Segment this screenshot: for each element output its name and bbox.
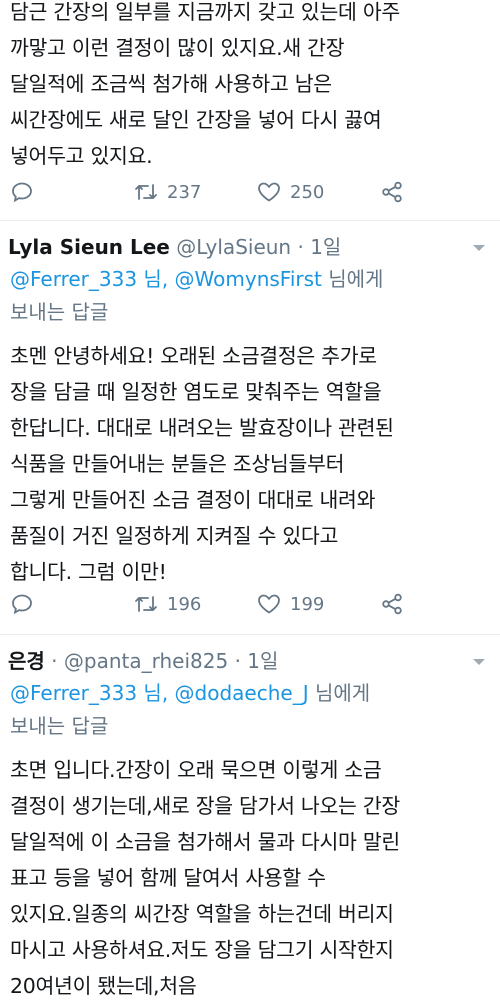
tweet-2[interactable]: Lyla Sieun Lee @LylaSieun · 1일 @Ferrer_3… — [0, 221, 500, 635]
like-button[interactable]: 250 — [256, 177, 324, 207]
meta-separator: · — [51, 649, 58, 673]
retweet-count: 237 — [167, 181, 202, 203]
author-handle[interactable]: @panta_rhei825 — [64, 649, 228, 673]
caret-down-icon[interactable] — [472, 655, 486, 669]
author-name[interactable]: Lyla Sieun Lee — [8, 235, 170, 259]
like-icon — [258, 594, 280, 614]
tweet-actions: 196 199 — [0, 589, 500, 619]
reply-icon — [12, 594, 32, 615]
retweet-button[interactable]: 237 — [133, 177, 201, 207]
body-line: 담근 간장의 일부를 지금까지 갖고 있는데 아주 — [10, 0, 400, 24]
body-line: 한답니다. 대대로 내려오는 발효장이나 관련된 — [10, 416, 394, 440]
reply-suffix: 님에게 — [314, 681, 371, 705]
author-handle[interactable]: @LylaSieun — [176, 235, 291, 259]
body-line: 표고 등을 넣어 함께 달여서 사용할 수 — [10, 866, 326, 890]
reply-to-line2: 보내는 답글 — [10, 714, 109, 738]
like-icon — [258, 182, 280, 202]
tweet-body: 초멘 안녕하세요! 오래된 소금결정은 추가로 장을 담글 때 일정한 염도로 … — [10, 338, 492, 590]
author-name[interactable]: 은경 — [8, 649, 45, 673]
caret-down-icon[interactable] — [472, 241, 486, 255]
like-count: 199 — [290, 593, 325, 615]
body-line: 초면 입니다.간장이 오래 묵으면 이렇게 소금 — [10, 758, 382, 782]
body-line: 식품을 만들어내는 분들은 조상님들부터 — [10, 452, 345, 476]
retweet-icon — [135, 596, 157, 612]
body-line: 결정이 생기는데,새로 장을 담가서 나오는 간장 — [10, 794, 400, 818]
reply-to-line2: 보내는 답글 — [10, 300, 109, 324]
body-line: 품질이 거진 일정하게 지켜질 수 있다고 — [10, 524, 339, 548]
share-button[interactable] — [380, 589, 404, 619]
tweet-3[interactable]: 은경 · @panta_rhei825 · 1일 @Ferrer_333 님, … — [0, 635, 500, 998]
reply-to: @Ferrer_333 님, @WomynsFirst 님에게 — [10, 263, 383, 296]
tweet-time[interactable]: 1일 — [247, 649, 278, 673]
tweet-body: 초면 입니다.간장이 오래 묵으면 이렇게 소금 결정이 생기는데,새로 장을 … — [10, 752, 492, 1004]
body-line: 합니다. 그럼 이만! — [10, 560, 167, 584]
body-line: 넣어두고 있지요. — [10, 144, 153, 168]
like-button[interactable]: 199 — [256, 589, 324, 619]
tweet-time[interactable]: 1일 — [310, 235, 341, 259]
retweet-button[interactable]: 196 — [133, 589, 201, 619]
retweet-count: 196 — [167, 593, 202, 615]
share-button[interactable] — [380, 177, 404, 207]
body-line: 20여년이 됐는데,처음 — [10, 974, 197, 998]
body-line: 달일적에 조금씩 첨가해 사용하고 남은 — [10, 72, 332, 96]
mention-link[interactable]: @dodaeche_J — [175, 681, 309, 705]
body-line: 장을 담글 때 일정한 염도로 맞춰주는 역할을 — [10, 380, 382, 404]
tweet-actions: 237 250 — [0, 177, 500, 207]
tweet-body: 담근 간장의 일부를 지금까지 갖고 있는데 아주 까맣고 이런 결정이 많이 … — [10, 0, 492, 174]
retweet-icon — [135, 184, 157, 200]
reply-suffix: 님에게 — [328, 267, 384, 291]
body-line: 씨간장에도 새로 달인 간장을 넣어 다시 끓여 — [10, 108, 382, 132]
tweet-header: 은경 · @panta_rhei825 · 1일 — [8, 645, 480, 674]
share-icon — [382, 181, 402, 203]
body-line: 마시고 사용하셔요.저도 장을 담그기 시작한지 — [10, 938, 394, 962]
body-line: 초멘 안녕하세요! 오래된 소금결정은 추가로 — [10, 344, 377, 368]
share-icon — [382, 593, 402, 615]
body-line: 까맣고 이런 결정이 많이 있지요.새 간장 — [10, 36, 345, 60]
reply-button[interactable] — [10, 177, 34, 207]
body-line: 그렇게 만들어진 소금 결정이 대대로 내려와 — [10, 488, 376, 512]
mention-link[interactable]: @Ferrer_333 님, — [10, 681, 168, 705]
meta-separator: · — [297, 235, 304, 259]
reply-button[interactable] — [10, 589, 34, 619]
body-line: 달일적에 이 소금을 첨가해서 물과 다시마 말린 — [10, 830, 400, 854]
reply-icon — [12, 182, 32, 203]
mention-link[interactable]: @WomynsFirst — [175, 267, 322, 291]
reply-to: @Ferrer_333 님, @dodaeche_J 님에게 — [10, 677, 370, 710]
meta-separator: · — [234, 649, 241, 673]
tweet-1[interactable]: 담근 간장의 일부를 지금까지 갖고 있는데 아주 까맣고 이런 결정이 많이 … — [0, 0, 500, 221]
mention-link[interactable]: @Ferrer_333 님, — [10, 267, 168, 291]
like-count: 250 — [290, 181, 325, 203]
body-line: 있지요.일종의 씨간장 역할을 하는건데 버리지 — [10, 902, 394, 926]
tweet-header: Lyla Sieun Lee @LylaSieun · 1일 — [8, 231, 480, 260]
